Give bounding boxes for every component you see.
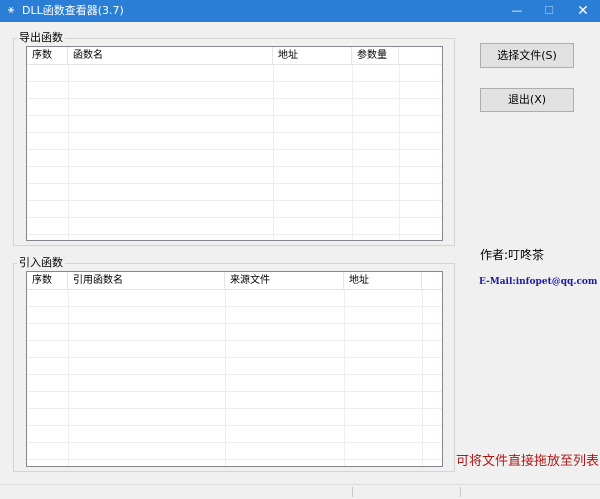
- col-imported-function-name[interactable]: 引用函数名: [68, 272, 225, 289]
- import-functions-list[interactable]: 序数 引用函数名 来源文件 地址: [26, 271, 443, 467]
- import-functions-label: 引入函数: [17, 256, 65, 269]
- col-address[interactable]: 地址: [344, 272, 422, 289]
- empty-row: [27, 426, 442, 443]
- status-separator: [352, 487, 353, 497]
- close-button[interactable]: ✕: [566, 0, 600, 22]
- empty-row: [27, 116, 442, 133]
- empty-row: [27, 443, 442, 460]
- empty-row: [27, 307, 442, 324]
- empty-row: [27, 150, 442, 167]
- empty-row: [27, 358, 442, 375]
- title-bar[interactable]: ⚹ DLL函数查看器(3.7) — ☐ ✕: [0, 0, 600, 22]
- empty-row: [27, 167, 442, 184]
- col-address[interactable]: 地址: [273, 47, 352, 64]
- author-label: 作者:叮咚茶: [480, 248, 545, 262]
- window-title: DLL函数查看器(3.7): [22, 4, 124, 17]
- empty-row: [27, 375, 442, 392]
- app-icon: ⚹: [7, 3, 15, 16]
- app-window: ⚹ DLL函数查看器(3.7) — ☐ ✕ 导出函数 序数 函数名 地址 参数量…: [0, 0, 600, 499]
- col-ordinal[interactable]: 序数: [27, 272, 68, 289]
- status-separator: [460, 487, 461, 497]
- empty-row: [27, 218, 442, 235]
- col-param-count[interactable]: 参数量: [352, 47, 399, 64]
- col-function-name[interactable]: 函数名: [68, 47, 273, 64]
- select-file-button[interactable]: 选择文件(S): [480, 43, 574, 68]
- empty-row: [27, 392, 442, 409]
- empty-row: [27, 82, 442, 99]
- col-source-file[interactable]: 来源文件: [225, 272, 344, 289]
- empty-row: [27, 133, 442, 150]
- empty-row: [27, 184, 442, 201]
- export-functions-label: 导出函数: [17, 31, 65, 44]
- col-ordinal[interactable]: 序数: [27, 47, 68, 64]
- email-label: E-Mail:infopet@qq.com: [479, 277, 598, 287]
- empty-row: [27, 290, 442, 307]
- import-list-header: 序数 引用函数名 来源文件 地址: [27, 272, 442, 290]
- minimize-button[interactable]: —: [500, 0, 534, 22]
- empty-row: [27, 341, 442, 358]
- status-bar: [0, 484, 600, 499]
- export-list-header: 序数 函数名 地址 参数量: [27, 47, 442, 65]
- empty-row: [27, 409, 442, 426]
- empty-row: [27, 65, 442, 82]
- export-functions-list[interactable]: 序数 函数名 地址 参数量: [26, 46, 443, 241]
- maximize-button[interactable]: ☐: [532, 0, 566, 22]
- empty-row: [27, 324, 442, 341]
- empty-row: [27, 99, 442, 116]
- exit-button[interactable]: 退出(X): [480, 88, 574, 112]
- drag-drop-hint: 可将文件直接拖放至列表: [456, 454, 600, 469]
- empty-row: [27, 201, 442, 218]
